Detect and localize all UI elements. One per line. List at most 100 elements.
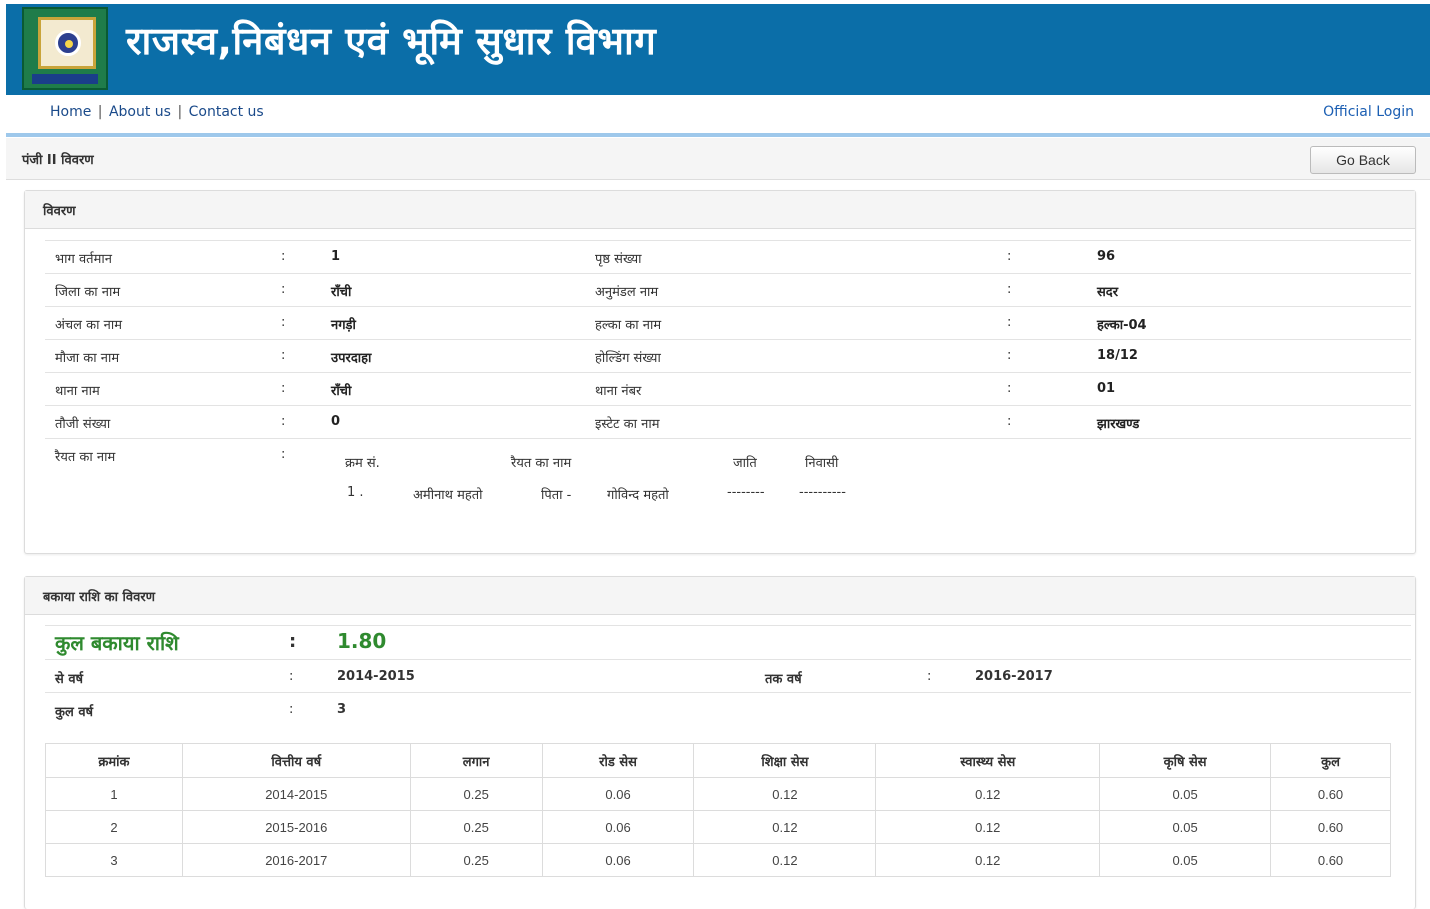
detail-value: 01 <box>1097 381 1116 396</box>
detail-label: थाना नंबर <box>595 384 642 399</box>
detail-colon: : <box>281 414 286 429</box>
details-panel-heading: विवरण <box>25 191 1415 229</box>
logo-emblem <box>38 17 96 69</box>
nav-home-link[interactable]: Home <box>50 104 91 120</box>
raiyat-header-caste: जाति <box>733 456 757 471</box>
detail-label: होल्डिंग संख्या <box>595 351 661 366</box>
year-range-row: से वर्ष : 2014-2015 तक वर्ष : 2016-2017 <box>45 659 1411 693</box>
column-header: लगान <box>409 743 543 778</box>
detail-label: पृष्ठ संख्या <box>595 252 642 267</box>
column-header: शिक्षा सेस <box>693 743 877 778</box>
detail-label: इस्टेट का नाम <box>595 417 660 432</box>
from-year-label: से वर्ष <box>55 672 84 687</box>
detail-label: तौजी संख्या <box>55 417 111 432</box>
breadcrumb: पंजी II विवरण <box>22 153 94 168</box>
table-cell: 1 <box>45 777 183 811</box>
detail-value: नगड़ी <box>331 318 356 333</box>
detail-label: हल्का का नाम <box>595 318 662 333</box>
total-years-value: 3 <box>337 702 347 717</box>
detail-value: हल्का-04 <box>1097 318 1147 333</box>
table-cell: 0.60 <box>1270 843 1391 877</box>
table-cell: 3 <box>45 843 183 877</box>
raiyat-father-name: गोविन्द महतो <box>607 488 669 503</box>
column-header: क्रमांक <box>45 743 183 778</box>
table-cell: 0.60 <box>1270 777 1391 811</box>
header-banner: राजस्व,निबंधन एवं भूमि सुधार विभाग <box>6 4 1430 95</box>
table-cell: 0.12 <box>875 843 1101 877</box>
table-cell: 0.12 <box>875 810 1101 844</box>
detail-value: 0 <box>331 414 341 429</box>
raiyat-row: रैयत का नाम : क्रम सं. रैयत का नाम जाति … <box>45 438 1411 538</box>
detail-colon: : <box>289 631 297 652</box>
detail-row: भाग वर्तमान : 1 पृष्ठ संख्या : 96 <box>45 240 1411 273</box>
detail-colon: : <box>281 249 286 264</box>
table-row: 1 2014-2015 0.25 0.06 0.12 0.12 0.05 0.6… <box>45 777 1391 811</box>
detail-colon: : <box>1007 249 1012 264</box>
table-cell: 2015-2016 <box>181 810 411 844</box>
official-login-link[interactable]: Official Login <box>1323 104 1414 120</box>
detail-row: थाना नाम : राँची थाना नंबर : 01 <box>45 372 1411 405</box>
column-header: कृषि सेस <box>1099 743 1272 778</box>
logo-caption <box>32 74 98 84</box>
dues-table: क्रमांक वित्तीय वर्ष लगान रोड सेस शिक्षा… <box>45 743 1391 877</box>
raiyat-caste: -------- <box>727 485 765 500</box>
breadcrumb-bar: पंजी II विवरण Go Back <box>6 138 1430 180</box>
detail-colon: : <box>281 447 286 462</box>
nav-separator: | <box>97 104 103 120</box>
table-cell: 0.60 <box>1270 810 1391 844</box>
detail-value: राँची <box>331 384 352 399</box>
detail-value: 96 <box>1097 249 1116 264</box>
table-cell: 0.06 <box>541 843 695 877</box>
detail-value: 1 <box>331 249 341 264</box>
detail-label: जिला का नाम <box>55 285 121 300</box>
column-header: कुल <box>1270 743 1391 778</box>
detail-label: थाना नाम <box>55 384 100 399</box>
raiyat-father-label: पिता - <box>541 488 572 503</box>
dues-table-header-row: क्रमांक वित्तीय वर्ष लगान रोड सेस शिक्षा… <box>45 743 1391 778</box>
detail-label: अंचल का नाम <box>55 318 122 333</box>
details-panel: विवरण भाग वर्तमान : 1 पृष्ठ संख्या : 96 … <box>24 190 1416 554</box>
nav-separator: | <box>177 104 183 120</box>
dues-panel-heading: बकाया राशि का विवरण <box>25 577 1415 615</box>
total-years-row: कुल वर्ष : 3 <box>45 692 1411 726</box>
column-header: रोड सेस <box>541 743 695 778</box>
table-cell: 0.12 <box>875 777 1101 811</box>
detail-colon: : <box>289 669 294 684</box>
detail-label: मौजा का नाम <box>55 351 120 366</box>
detail-value: सदर <box>1097 285 1119 300</box>
top-nav: Home | About us | Contact us <box>50 104 264 120</box>
column-header: स्वास्थ्य सेस <box>875 743 1101 778</box>
detail-row: अंचल का नाम : नगड़ी हल्का का नाम : हल्का… <box>45 306 1411 339</box>
table-cell: 2014-2015 <box>181 777 411 811</box>
table-row: 3 2016-2017 0.25 0.06 0.12 0.12 0.05 0.6… <box>45 843 1391 877</box>
nav-about-link[interactable]: About us <box>109 104 171 120</box>
from-year-value: 2014-2015 <box>337 669 415 684</box>
table-cell: 0.12 <box>693 843 877 877</box>
detail-colon: : <box>281 348 286 363</box>
go-back-button[interactable]: Go Back <box>1310 146 1416 174</box>
detail-colon: : <box>1007 348 1012 363</box>
total-dues-row: कुल बकाया राशि : 1.80 <box>45 625 1411 659</box>
department-logo <box>22 7 108 90</box>
detail-row: मौजा का नाम : उपरदाहा होल्डिंग संख्या : … <box>45 339 1411 372</box>
raiyat-label: रैयत का नाम <box>55 450 116 465</box>
table-row: 2 2015-2016 0.25 0.06 0.12 0.12 0.05 0.6… <box>45 810 1391 844</box>
detail-colon: : <box>1007 315 1012 330</box>
total-dues-value: 1.80 <box>337 629 387 653</box>
table-cell: 0.12 <box>693 777 877 811</box>
table-cell: 0.05 <box>1099 777 1272 811</box>
table-cell: 0.25 <box>409 810 543 844</box>
detail-label: अनुमंडल नाम <box>595 285 659 300</box>
table-cell: 0.06 <box>541 777 695 811</box>
nav-contact-link[interactable]: Contact us <box>189 104 264 120</box>
table-cell: 0.06 <box>541 810 695 844</box>
table-cell: 0.05 <box>1099 843 1272 877</box>
raiyat-header-resident: निवासी <box>805 456 839 471</box>
to-year-value: 2016-2017 <box>975 669 1053 684</box>
detail-colon: : <box>289 702 294 717</box>
detail-label: भाग वर्तमान <box>55 252 112 267</box>
detail-value: उपरदाहा <box>331 351 372 366</box>
raiyat-resident: ---------- <box>799 485 846 500</box>
raiyat-header-name: रैयत का नाम <box>511 456 572 471</box>
raiyat-name: अमीनाथ महतो <box>413 488 483 503</box>
